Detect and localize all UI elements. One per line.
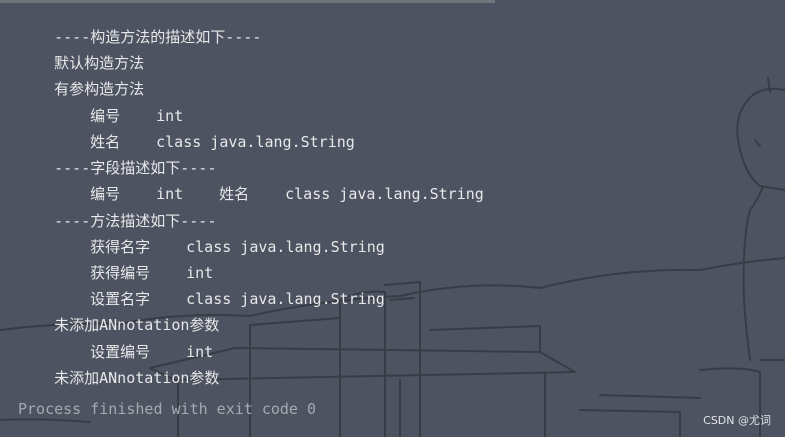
output-line: ----方法描述如下----: [18, 188, 216, 230]
output-line: 编号 int 姓名 class java.lang.String: [54, 161, 484, 203]
output-line: 设置名字 class java.lang.String: [54, 266, 385, 308]
field-type: class java.lang.String: [285, 185, 484, 203]
output-line: 获得编号 int: [54, 240, 213, 282]
output-line: 未添加ANnotation参数: [18, 345, 219, 387]
field-name: 姓名: [219, 185, 250, 203]
exit-message: Process finished with exit code 0: [18, 400, 317, 418]
output-line: 获得名字 class java.lang.String: [54, 214, 385, 256]
output-line: 编号 int: [54, 83, 183, 125]
watermark: CSDN @尤词: [703, 414, 771, 427]
output-line: 未添加ANnotation参数: [18, 292, 219, 334]
annotation-note: 未添加ANnotation参数: [54, 369, 220, 387]
output-line: ----字段描述如下----: [18, 135, 216, 177]
method-type: class java.lang.String: [186, 238, 385, 256]
output-line: 默认构造方法: [18, 30, 144, 72]
output-line: 有参构造方法: [18, 56, 144, 98]
output-line: 设置编号 int: [54, 319, 213, 361]
output-line: ----构造方法的描述如下----: [18, 4, 261, 46]
console-output-panel: ----构造方法的描述如下---- 默认构造方法 有参构造方法 编号 int 姓名…: [0, 0, 785, 437]
output-line: 姓名 class java.lang.String: [54, 109, 355, 151]
